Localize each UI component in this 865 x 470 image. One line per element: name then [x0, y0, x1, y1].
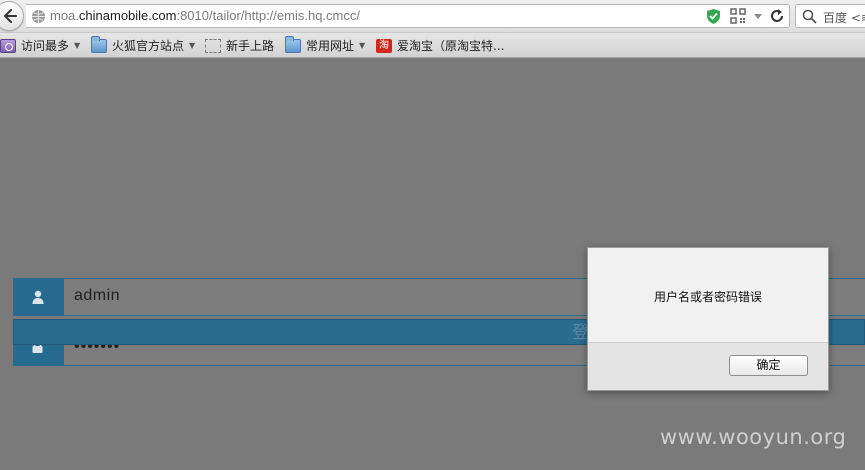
reload-icon[interactable]: [769, 8, 785, 24]
taobao-icon: 淘: [376, 38, 392, 53]
folder-icon: [91, 35, 107, 53]
chevron-down-icon: ▼: [189, 41, 196, 50]
url-text: moa.chinamobile.com:8010/tailor/http://e…: [50, 8, 360, 23]
search-engine-label: 百度 <≋: [823, 11, 865, 25]
username-icon-box: [14, 279, 64, 315]
url-path: :8010/tailor/http://emis.hq.cmcc/: [176, 8, 360, 23]
page-icon: [205, 38, 221, 53]
search-icon: [802, 9, 817, 24]
globe-icon: [31, 9, 46, 24]
shield-icon[interactable]: [706, 8, 721, 25]
address-bar[interactable]: moa.chinamobile.com:8010/tailor/http://e…: [26, 4, 790, 28]
bookmark-label: 访问最多: [21, 39, 70, 53]
folder-icon: [285, 35, 301, 53]
back-button[interactable]: [0, 1, 24, 31]
alert-footer: 确定: [588, 342, 828, 390]
bookmark-label: 火狐官方站点: [112, 39, 185, 53]
dropdown-arrow-icon[interactable]: [753, 13, 763, 20]
chevron-down-icon: ▼: [359, 41, 366, 50]
bookmark-label: 爱淘宝（原淘宝特...: [397, 39, 505, 53]
alert-dialog: 用户名或者密码错误 确定: [587, 247, 829, 391]
chevron-down-icon: ▼: [74, 41, 81, 50]
url-host: chinamobile.com: [78, 8, 177, 23]
bookmark-label: 新手上路: [226, 39, 275, 53]
bookmark-ai-taobao[interactable]: 淘 爱淘宝（原淘宝特...: [376, 33, 504, 58]
bookmark-most-visited[interactable]: 访问最多 ▼: [0, 33, 80, 58]
alert-message: 用户名或者密码错误: [653, 290, 762, 304]
qr-code-icon[interactable]: [730, 8, 746, 24]
url-prefix: moa.: [50, 8, 79, 23]
watermark: www.wooyun.org: [660, 425, 847, 449]
bookmarks-toolbar: 访问最多 ▼ 火狐官方站点 ▼ 新手上路 常用网址 ▼ 淘 爱淘宝（原淘宝特..…: [0, 33, 865, 58]
most-visited-icon: [0, 38, 16, 53]
bookmark-getting-started[interactable]: 新手上路: [205, 33, 274, 58]
search-bar[interactable]: 百度 <≋: [795, 4, 865, 28]
user-icon: [32, 290, 44, 304]
bookmark-label: 常用网址: [306, 39, 355, 53]
browser-toolbar: moa.chinamobile.com:8010/tailor/http://e…: [0, 0, 865, 33]
bookmark-common-sites[interactable]: 常用网址 ▼: [285, 33, 365, 58]
back-arrow-icon: [4, 9, 17, 23]
ok-button[interactable]: 确定: [729, 355, 808, 376]
username-input[interactable]: admin: [74, 287, 120, 305]
bookmark-firefox-official[interactable]: 火狐官方站点 ▼: [91, 33, 195, 58]
